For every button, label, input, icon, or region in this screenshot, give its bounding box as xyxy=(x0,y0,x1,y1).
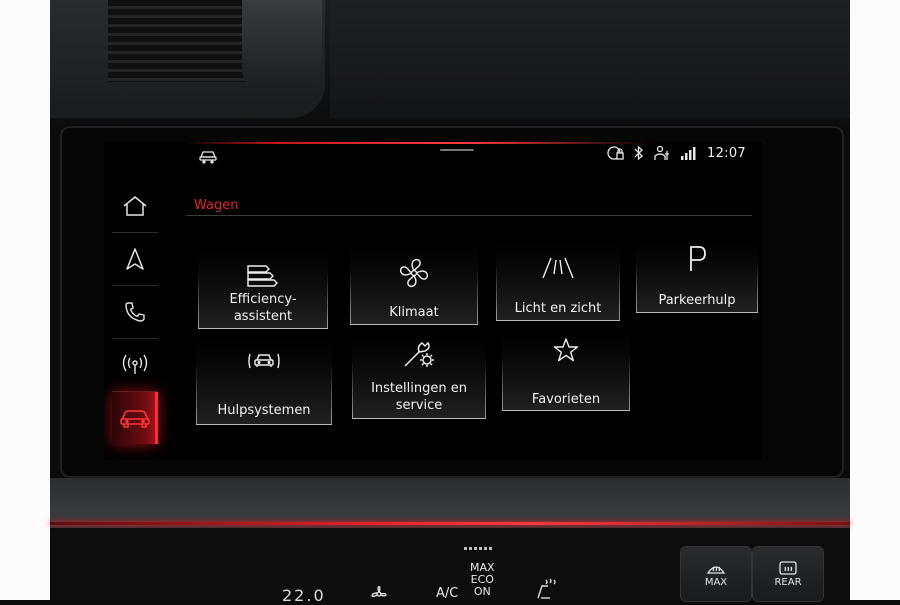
parking-icon xyxy=(690,246,706,271)
climate-on-line: ON xyxy=(473,585,491,598)
tile-label-line2: assistent xyxy=(233,309,293,324)
status-bar-right: 12:07 xyxy=(607,145,746,161)
title-divider xyxy=(186,215,752,216)
ambient-light-strip xyxy=(50,522,850,525)
signal-strength-icon xyxy=(680,145,698,161)
tile-label-line1: Instellingen en xyxy=(371,381,467,396)
tile-label-line1: Licht en zicht xyxy=(514,301,602,316)
tile-label: Instellingen en service xyxy=(356,380,482,414)
light-vision-icon xyxy=(542,257,574,279)
tile-favorites[interactable]: Favorieten xyxy=(502,332,630,411)
nav-item-navigation[interactable] xyxy=(112,233,158,286)
car-icon xyxy=(120,410,150,428)
nav-item-phone[interactable] xyxy=(112,286,158,339)
photo-border-right xyxy=(850,0,900,600)
tile-parking-assist[interactable]: Parkeerhulp xyxy=(636,240,758,313)
tile-label-line1: Hulpsystemen xyxy=(217,403,311,418)
efficiency-bars-icon xyxy=(247,265,278,287)
pull-down-handle[interactable] xyxy=(440,149,474,151)
assist-systems-icon xyxy=(248,353,280,369)
tile-label: Licht en zicht xyxy=(500,300,616,317)
radio-media-icon xyxy=(122,354,148,374)
climate-ac-label[interactable]: A/C xyxy=(436,587,458,600)
nav-item-home[interactable] xyxy=(112,180,158,233)
tile-label: Efficiency- assistent xyxy=(202,291,324,325)
star-icon xyxy=(553,338,579,362)
tile-label-line1: Parkeerhulp xyxy=(658,293,736,308)
nav-item-car[interactable] xyxy=(112,392,158,444)
navigation-arrow-icon xyxy=(126,248,144,270)
dashboard-panel xyxy=(330,0,850,118)
tile-icon-wrap xyxy=(636,244,758,274)
tile-icon-wrap xyxy=(196,346,332,376)
tile-label: Parkeerhulp xyxy=(640,292,754,309)
user-profile-icon xyxy=(653,145,671,161)
defrost-rear-label: REAR xyxy=(774,577,802,588)
car-wifi-icon[interactable] xyxy=(198,148,218,168)
photo-border-left xyxy=(0,0,50,600)
tile-settings-service[interactable]: Instellingen en service xyxy=(352,336,486,419)
defrost-max-button[interactable]: MAX xyxy=(680,546,752,602)
windshield-defrost-icon xyxy=(706,566,726,574)
fan-icon xyxy=(400,259,428,287)
tile-label: Klimaat xyxy=(354,304,474,321)
tile-icon-wrap xyxy=(198,260,328,290)
phone-icon xyxy=(125,302,145,322)
climate-max-eco-label[interactable]: MAX ECO ON xyxy=(470,562,495,598)
tile-label-line1: Efficiency- xyxy=(229,292,297,307)
tile-label-line2: service xyxy=(395,398,443,413)
settings-wrench-icon xyxy=(404,341,434,367)
tile-label: Hulpsystemen xyxy=(200,402,328,419)
tile-assist-systems[interactable]: Hulpsystemen xyxy=(196,338,332,425)
clock: 12:07 xyxy=(707,145,746,161)
tile-light-vision[interactable]: Licht en zicht xyxy=(496,242,620,321)
bluetooth-icon xyxy=(634,145,644,161)
tile-label-line1: Favorieten xyxy=(531,392,601,407)
tile-label-line1: Klimaat xyxy=(389,305,439,320)
tile-icon-wrap xyxy=(496,254,620,282)
tile-icon-wrap xyxy=(502,336,630,364)
climate-temperature: 22.0 xyxy=(282,586,326,605)
home-icon xyxy=(123,196,147,216)
tile-efficiency-assistant[interactable]: Efficiency- assistent xyxy=(198,248,328,329)
tile-climate[interactable]: Klimaat xyxy=(350,244,478,325)
tile-icon-wrap xyxy=(352,338,486,370)
climate-mini-grid-icon xyxy=(464,542,494,561)
air-vent xyxy=(50,0,325,118)
nav-rail xyxy=(112,180,158,444)
infotainment-screen: 12:07 Wagen Efficiency- assistent Klimaa… xyxy=(104,142,762,460)
defrost-rear-button[interactable]: REAR xyxy=(752,546,824,602)
tile-label: Favorieten xyxy=(506,391,626,408)
status-bar-glow xyxy=(184,142,654,144)
page-title: Wagen xyxy=(194,198,239,213)
nav-item-media[interactable] xyxy=(112,339,158,392)
defrost-max-label: MAX xyxy=(704,577,728,588)
rear-window-defrost-icon xyxy=(779,561,797,575)
tile-icon-wrap xyxy=(350,256,478,290)
climate-fan-icon[interactable] xyxy=(368,583,390,604)
air-vent-knob xyxy=(242,0,322,88)
connection-lock-icon xyxy=(607,145,625,161)
